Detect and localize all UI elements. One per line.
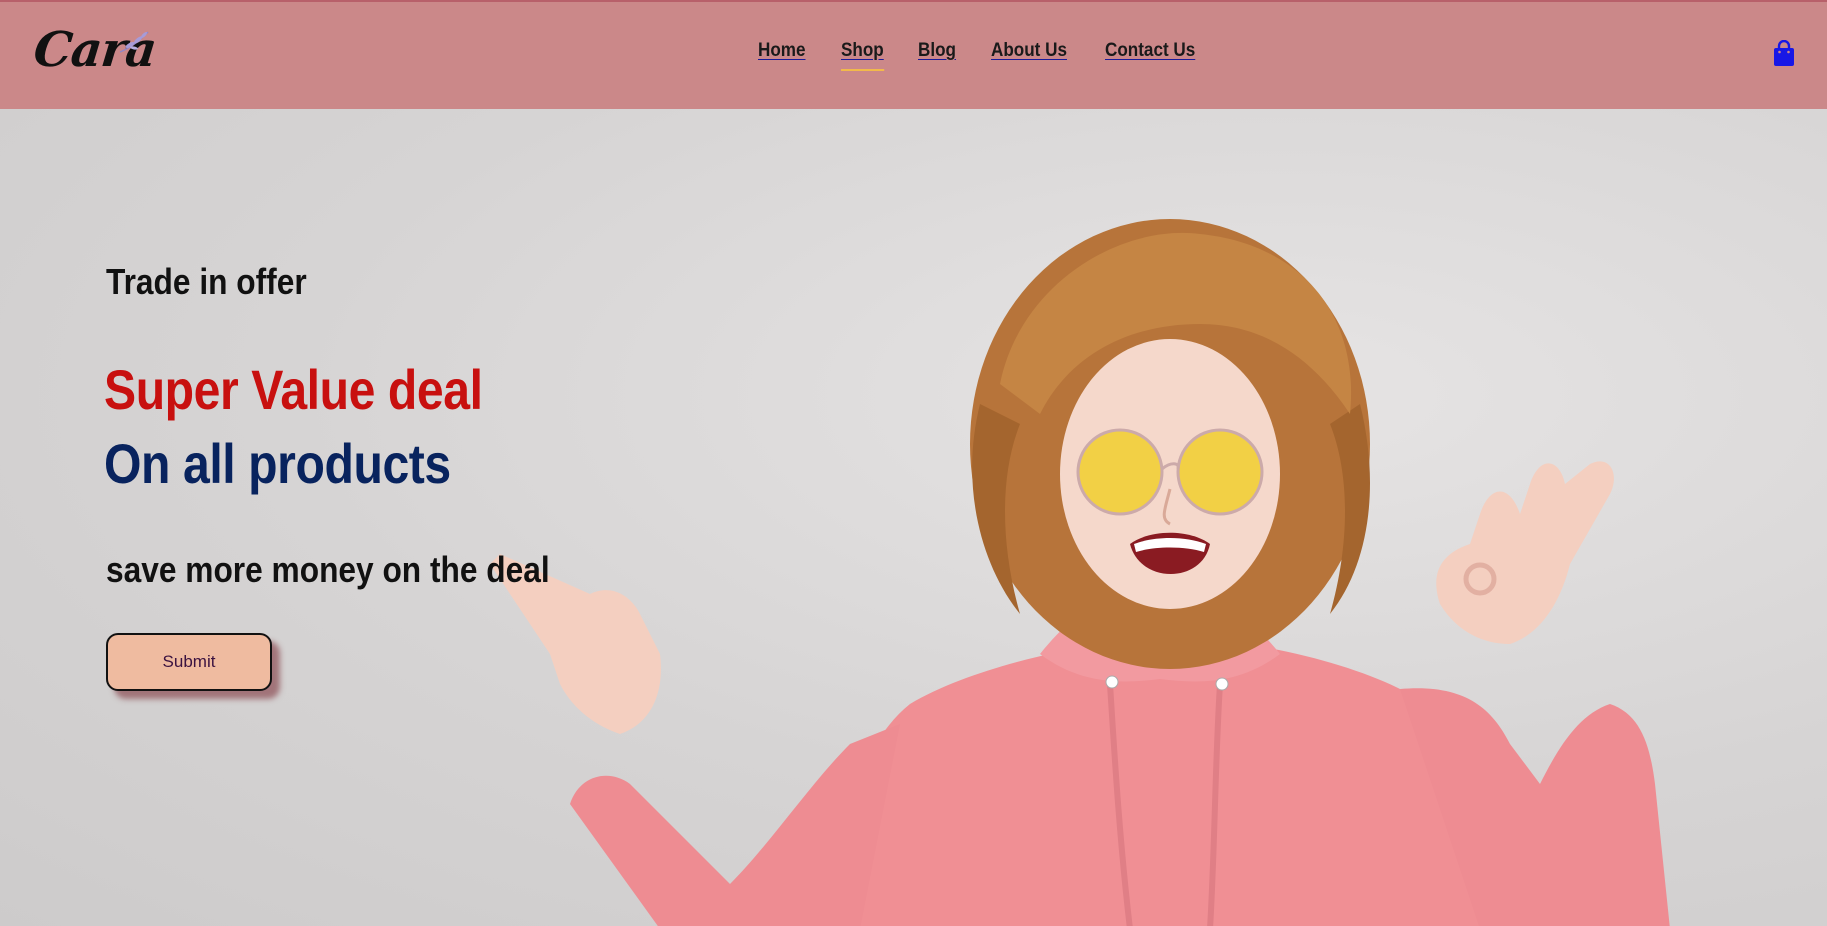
leaf-icon bbox=[119, 31, 149, 53]
hero-model-image bbox=[490, 219, 1670, 926]
hero-headline-primary: Super Value deal bbox=[104, 358, 483, 421]
logo[interactable]: Cara bbox=[31, 22, 164, 82]
nav-blog[interactable]: Blog bbox=[918, 40, 956, 62]
nav-shop[interactable]: Shop bbox=[840, 40, 884, 71]
site-header: Cara Home Shop Blog About Us Contact Us bbox=[0, 0, 1827, 109]
main-nav: Home Shop Blog About Us Contact Us bbox=[758, 40, 1235, 71]
hero-tagline: Trade in offer bbox=[106, 261, 307, 302]
nav-contact-us[interactable]: Contact Us bbox=[1105, 40, 1195, 62]
nav-about-us[interactable]: About Us bbox=[991, 40, 1067, 62]
shopping-bag-icon[interactable] bbox=[1772, 40, 1796, 68]
hero-headline-secondary: On all products bbox=[104, 432, 451, 495]
nav-home[interactable]: Home bbox=[758, 40, 806, 62]
submit-button[interactable]: Submit bbox=[106, 633, 272, 691]
hero-section: Trade in offer Super Value deal On all p… bbox=[0, 109, 1827, 926]
hero-subtext: save more money on the deal bbox=[106, 549, 550, 590]
